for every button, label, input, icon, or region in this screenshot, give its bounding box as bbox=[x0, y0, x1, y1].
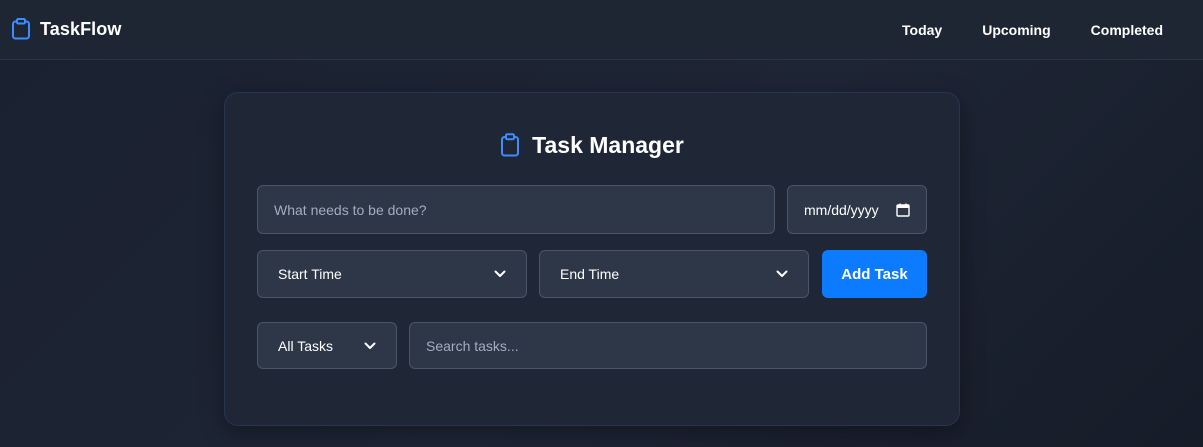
task-filter-selected: All Tasks bbox=[278, 337, 333, 354]
task-manager-card: Task Manager What needs to be done? mm/d… bbox=[224, 92, 960, 426]
nav-completed[interactable]: Completed bbox=[1071, 14, 1183, 46]
chevron-down-icon bbox=[364, 342, 376, 349]
end-time-selected: End Time bbox=[560, 266, 620, 282]
brand-name: TaskFlow bbox=[40, 18, 122, 39]
task-filter-select[interactable]: All Tasks bbox=[257, 322, 397, 369]
calendar-icon[interactable] bbox=[896, 203, 910, 217]
search-input-placeholder: Search tasks... bbox=[426, 337, 519, 354]
date-field[interactable]: mm/dd/yyyy bbox=[787, 185, 927, 234]
brand-logo[interactable]: TaskFlow bbox=[11, 17, 121, 41]
date-field-placeholder: mm/dd/yyyy bbox=[804, 201, 879, 218]
task-input-placeholder: What needs to be done? bbox=[274, 201, 427, 218]
add-task-button[interactable]: Add Task bbox=[822, 250, 927, 298]
clipboard-icon bbox=[12, 18, 30, 40]
nav-upcoming[interactable]: Upcoming bbox=[962, 14, 1070, 46]
main-nav: Today Upcoming Completed bbox=[882, 0, 1183, 60]
nav-today[interactable]: Today bbox=[882, 14, 962, 46]
task-input[interactable]: What needs to be done? bbox=[257, 185, 775, 234]
chevron-down-icon bbox=[494, 270, 506, 277]
search-input[interactable]: Search tasks... bbox=[409, 322, 927, 369]
chevron-down-icon bbox=[776, 270, 788, 277]
start-time-selected: Start Time bbox=[278, 266, 342, 282]
clipboard-icon bbox=[501, 133, 520, 157]
end-time-select[interactable]: End Time bbox=[539, 250, 809, 298]
start-time-select[interactable]: Start Time bbox=[257, 250, 527, 298]
card-heading: Task Manager bbox=[225, 130, 959, 160]
top-navbar: TaskFlow Today Upcoming Completed bbox=[0, 0, 1203, 60]
page-title: Task Manager bbox=[532, 131, 684, 158]
